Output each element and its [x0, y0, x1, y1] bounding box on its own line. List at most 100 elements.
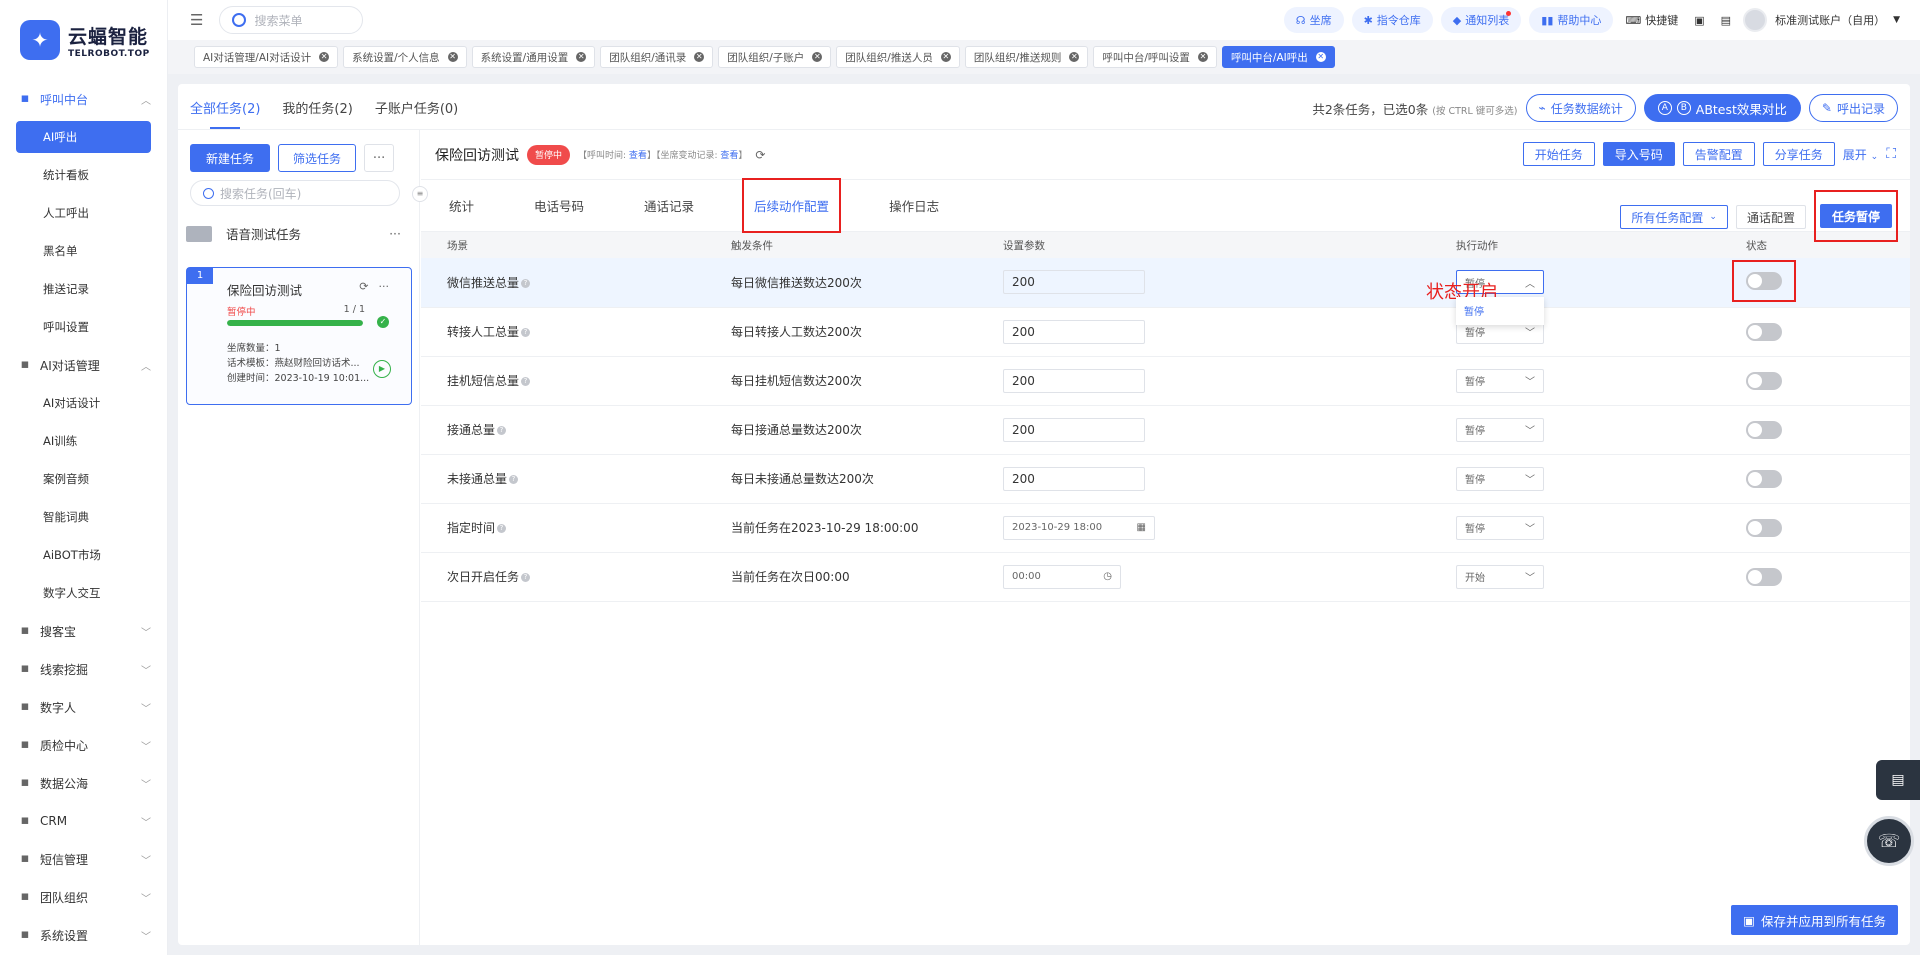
time-input[interactable]: 00:00 ◷ — [1003, 564, 1121, 589]
tag-view-item[interactable]: 团队组织/推送规则 ✕ — [964, 46, 1089, 68]
sidebar-group-9[interactable]: ▪ 团队组织 ﹀ — [0, 878, 167, 916]
sidebar-group-8[interactable]: ▪ 短信管理 ﹀ — [0, 840, 167, 878]
status-toggle[interactable] — [1746, 518, 1782, 537]
menu-search-input[interactable]: 搜索菜单 — [219, 6, 364, 34]
sidebar-item-1-4[interactable]: AiBOT市场 — [0, 536, 167, 574]
help-center-button[interactable]: ▮▮ 帮助中心 — [1529, 7, 1614, 33]
call-config-button[interactable]: 通话配置 — [1735, 205, 1806, 229]
param-input[interactable]: 200 — [1003, 270, 1145, 295]
sidebar-group-3[interactable]: ▪ 线索挖掘 ﹀ — [0, 650, 167, 688]
avatar[interactable] — [1743, 8, 1768, 32]
refresh-icon[interactable]: ⟳ — [359, 280, 368, 293]
action-dropdown-option[interactable]: 暂停 — [1456, 297, 1544, 326]
close-icon[interactable]: ✕ — [576, 52, 587, 62]
help-icon[interactable]: ? — [497, 426, 507, 435]
sidebar-item-0-0[interactable]: AI呼出 — [16, 121, 151, 153]
sidebar-group-0[interactable]: ▪ 呼叫中台 ︿ — [0, 80, 167, 118]
sidebar-item-1-5[interactable]: 数字人交互 — [0, 574, 167, 612]
task-card[interactable]: 1 保险回访测试 ⟳ ··· 暂停中 1 / 1 ✓ 坐席数量：1 话术模板：燕赵… — [186, 267, 412, 405]
close-icon[interactable]: ✕ — [812, 52, 823, 62]
chat-float-icon[interactable]: ▤ — [1876, 760, 1920, 800]
tab-operation-log[interactable]: 操作日志 — [889, 196, 939, 215]
tag-view-item[interactable]: 团队组织/推送人员 ✕ — [836, 46, 960, 68]
tab-call-records[interactable]: 通话记录 — [644, 196, 694, 215]
abtest-button[interactable]: A B ABtest效果对比 — [1643, 94, 1801, 122]
tab-statistics[interactable]: 统计 — [449, 196, 474, 215]
image-icon[interactable]: ▤ — [1717, 14, 1735, 27]
action-select[interactable]: 暂停 ﹀ — [1456, 368, 1544, 393]
close-icon[interactable]: ✕ — [940, 52, 951, 62]
sidebar-item-1-0[interactable]: AI对话设计 — [0, 384, 167, 422]
task-stats-button[interactable]: ⌁ 任务数据统计 — [1525, 94, 1636, 122]
task-group[interactable]: 语音测试任务 ··· — [186, 224, 419, 243]
help-icon[interactable]: ? — [521, 278, 531, 288]
sidebar-group-7[interactable]: ▪ CRM ﹀ — [0, 802, 167, 840]
command-store-button[interactable]: ✱ 指令仓库 — [1351, 7, 1433, 33]
start-task-button[interactable]: 开始任务 — [1522, 142, 1595, 166]
card-more-icon[interactable]: ··· — [379, 280, 390, 293]
status-toggle[interactable] — [1746, 271, 1782, 290]
phone-float-icon[interactable]: ☏ — [1864, 816, 1914, 866]
sidebar-item-0-1[interactable]: 统计看板 — [0, 156, 167, 194]
param-input[interactable]: 200 — [1003, 319, 1145, 344]
tag-view-item[interactable]: 系统设置/个人信息 ✕ — [343, 46, 467, 68]
sidebar-group-4[interactable]: ▪ 数字人 ﹀ — [0, 688, 167, 726]
close-icon[interactable]: ✕ — [1069, 52, 1080, 62]
tab-follow-up-actions[interactable]: 后续动作配置 — [742, 178, 842, 233]
view-seat-change-link[interactable]: 查看 — [720, 151, 738, 161]
status-toggle[interactable] — [1746, 322, 1782, 341]
refresh-icon[interactable]: ⟳ — [755, 148, 765, 162]
tab-phone-numbers[interactable]: 电话号码 — [534, 196, 584, 215]
sidebar-group-5[interactable]: ▪ 质检中心 ﹀ — [0, 726, 167, 764]
close-icon[interactable]: ✕ — [1197, 52, 1208, 62]
all-task-config-dropdown[interactable]: 所有任务配置 ⌄ — [1620, 205, 1728, 229]
tag-view-item[interactable]: AI对话管理/AI对话设计 ✕ — [194, 46, 339, 68]
tag-view-item[interactable]: 系统设置/通用设置 ✕ — [471, 46, 596, 68]
action-select[interactable]: 开始 ﹀ — [1456, 564, 1544, 589]
action-select[interactable]: 暂停 ﹀ — [1456, 466, 1544, 491]
action-select[interactable]: 暂停 ﹀ — [1456, 515, 1544, 540]
tag-view-item[interactable]: 团队组织/通讯录 ✕ — [600, 46, 714, 68]
share-task-button[interactable]: 分享任务 — [1762, 142, 1835, 166]
seat-button[interactable]: ☊ 坐席 — [1283, 7, 1344, 33]
menu-toggle-icon[interactable]: ☰ — [190, 11, 203, 29]
view-call-time-link[interactable]: 查看 — [629, 151, 647, 161]
help-icon[interactable]: ? — [521, 328, 531, 337]
close-icon[interactable]: ✕ — [1315, 52, 1326, 62]
pause-task-button[interactable]: 任务暂停 — [1819, 204, 1892, 228]
notification-list-button[interactable]: ◆ 通知列表 — [1440, 7, 1522, 33]
task-search-input[interactable]: 搜索任务(回车) — [190, 180, 400, 206]
sidebar-item-0-3[interactable]: 黑名单 — [0, 232, 167, 270]
sidebar-group-2[interactable]: ▪ 搜客宝 ﹀ — [0, 612, 167, 650]
alert-config-button[interactable]: 告警配置 — [1682, 142, 1755, 166]
fullscreen-icon[interactable]: ⛶ — [1886, 146, 1896, 162]
tab-sub-account-tasks[interactable]: 子账户任务(0) — [375, 98, 458, 129]
more-button[interactable]: ··· — [364, 144, 395, 172]
import-numbers-button[interactable]: 导入号码 — [1602, 142, 1675, 166]
status-toggle[interactable] — [1746, 371, 1782, 390]
sidebar-item-1-3[interactable]: 智能词典 — [0, 498, 167, 536]
sidebar-item-0-4[interactable]: 推送记录 — [0, 270, 167, 308]
sidebar-group-6[interactable]: ▪ 数据公海 ﹀ — [0, 764, 167, 802]
sidebar-item-1-2[interactable]: 案例音频 — [0, 460, 167, 498]
action-select[interactable]: 暂停 ﹀ — [1456, 417, 1544, 442]
shortcut-button[interactable]: ⌨ 快捷键 — [1621, 12, 1682, 28]
param-input[interactable]: 200 — [1003, 417, 1145, 442]
group-more-icon[interactable]: ··· — [389, 226, 401, 241]
sidebar-item-0-5[interactable]: 呼叫设置 — [0, 308, 167, 346]
sidebar-group-1[interactable]: ▪ AI对话管理 ︿ — [0, 346, 167, 384]
call-records-button[interactable]: ✎ 呼出记录 — [1808, 94, 1898, 122]
tab-all-tasks[interactable]: 全部任务(2) — [190, 98, 260, 129]
help-icon[interactable]: ? — [521, 377, 531, 386]
save-apply-all-button[interactable]: ▣ 保存并应用到所有任务 — [1731, 905, 1898, 935]
status-toggle[interactable] — [1746, 420, 1782, 439]
status-toggle[interactable] — [1746, 469, 1782, 488]
tag-view-item[interactable]: 团队组织/子账户 ✕ — [718, 46, 832, 68]
tab-my-tasks[interactable]: 我的任务(2) — [282, 98, 352, 129]
tag-view-item[interactable]: 呼叫中台/AI呼出 ✕ — [1221, 46, 1335, 68]
sidebar-item-1-1[interactable]: AI训练 — [0, 422, 167, 460]
new-task-button[interactable]: 新建任务 — [190, 144, 271, 172]
expand-toggle[interactable]: 展开 ⌄ — [1843, 146, 1878, 163]
caret-down-icon[interactable]: ▼ — [1893, 15, 1900, 25]
sidebar-item-0-2[interactable]: 人工呼出 — [0, 194, 167, 232]
